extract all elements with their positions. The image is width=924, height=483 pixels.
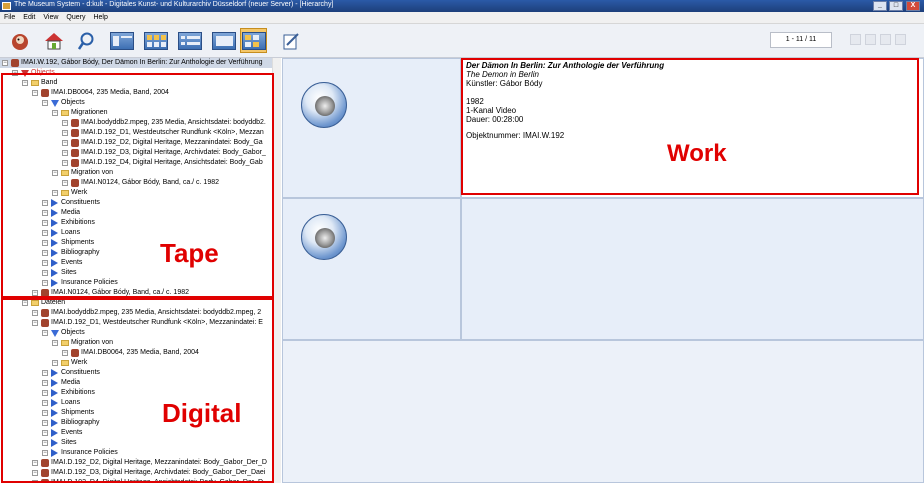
- dragon-icon: [11, 33, 28, 50]
- notepad-pencil-icon: [283, 32, 299, 49]
- previous-record-button[interactable]: [865, 34, 876, 45]
- tape-highlight-box: [1, 73, 274, 298]
- search-icon: [77, 32, 93, 50]
- first-record-button[interactable]: [850, 34, 861, 45]
- tree-node-label: IMAI.W.192, Gábor Bódy, Der Dämon In Ber…: [21, 59, 263, 66]
- digital-highlight-box: [1, 298, 274, 483]
- view-details-button[interactable]: [176, 28, 203, 53]
- record-thumbnail-cell-2[interactable]: [282, 198, 461, 340]
- work-highlight-box: [461, 58, 919, 195]
- title-bar: The Museum System - d:kult - Digitales K…: [0, 0, 924, 12]
- edit-notes-button[interactable]: [277, 28, 304, 53]
- list-view-icon: [109, 31, 134, 50]
- next-record-button[interactable]: [880, 34, 891, 45]
- view-grid-button[interactable]: [142, 28, 169, 53]
- dragon-logo-button[interactable]: [6, 28, 33, 53]
- grid-view-icon: [143, 31, 168, 50]
- view-single-button[interactable]: [210, 28, 237, 53]
- menu-bar: File Edit View Query Help: [0, 12, 924, 24]
- menu-file[interactable]: File: [0, 12, 19, 24]
- minimize-button[interactable]: _: [873, 1, 887, 11]
- app-icon: [2, 2, 11, 10]
- menu-help[interactable]: Help: [89, 12, 111, 24]
- toolbar: 1 - 11 / 11: [0, 24, 924, 58]
- record-counter: 1 - 11 / 11: [770, 32, 832, 48]
- record-thumbnail-cell[interactable]: [282, 58, 461, 198]
- menu-view[interactable]: View: [39, 12, 62, 24]
- tape-label: Tape: [160, 238, 219, 268]
- home-icon: [44, 32, 63, 49]
- window-title: The Museum System - d:kult - Digitales K…: [14, 1, 334, 8]
- view-list-button[interactable]: [108, 28, 135, 53]
- details-view-icon: [177, 31, 202, 50]
- expand-toggle-icon[interactable]: −: [2, 60, 8, 66]
- home-button[interactable]: [40, 28, 67, 53]
- single-view-icon: [211, 31, 236, 50]
- search-button[interactable]: [74, 28, 101, 53]
- empty-grid-area: [282, 340, 924, 483]
- record-detail-cell-2[interactable]: [461, 198, 924, 340]
- media-thumbnail-icon-2: [301, 214, 347, 260]
- hierarchy-view-icon: [241, 31, 266, 50]
- close-button[interactable]: X: [906, 1, 920, 11]
- view-hierarchy-button[interactable]: [240, 28, 267, 53]
- work-label: Work: [667, 140, 727, 167]
- media-thumbnail-icon: [301, 82, 347, 128]
- tree-node[interactable]: − IMAI.W.192, Gábor Bódy, Der Dämon In Be…: [0, 58, 272, 68]
- object-icon: [11, 59, 19, 67]
- menu-edit[interactable]: Edit: [19, 12, 39, 24]
- digital-label: Digital: [162, 398, 242, 428]
- last-record-button[interactable]: [895, 34, 906, 45]
- menu-query[interactable]: Query: [62, 12, 89, 24]
- maximize-button[interactable]: □: [889, 1, 903, 11]
